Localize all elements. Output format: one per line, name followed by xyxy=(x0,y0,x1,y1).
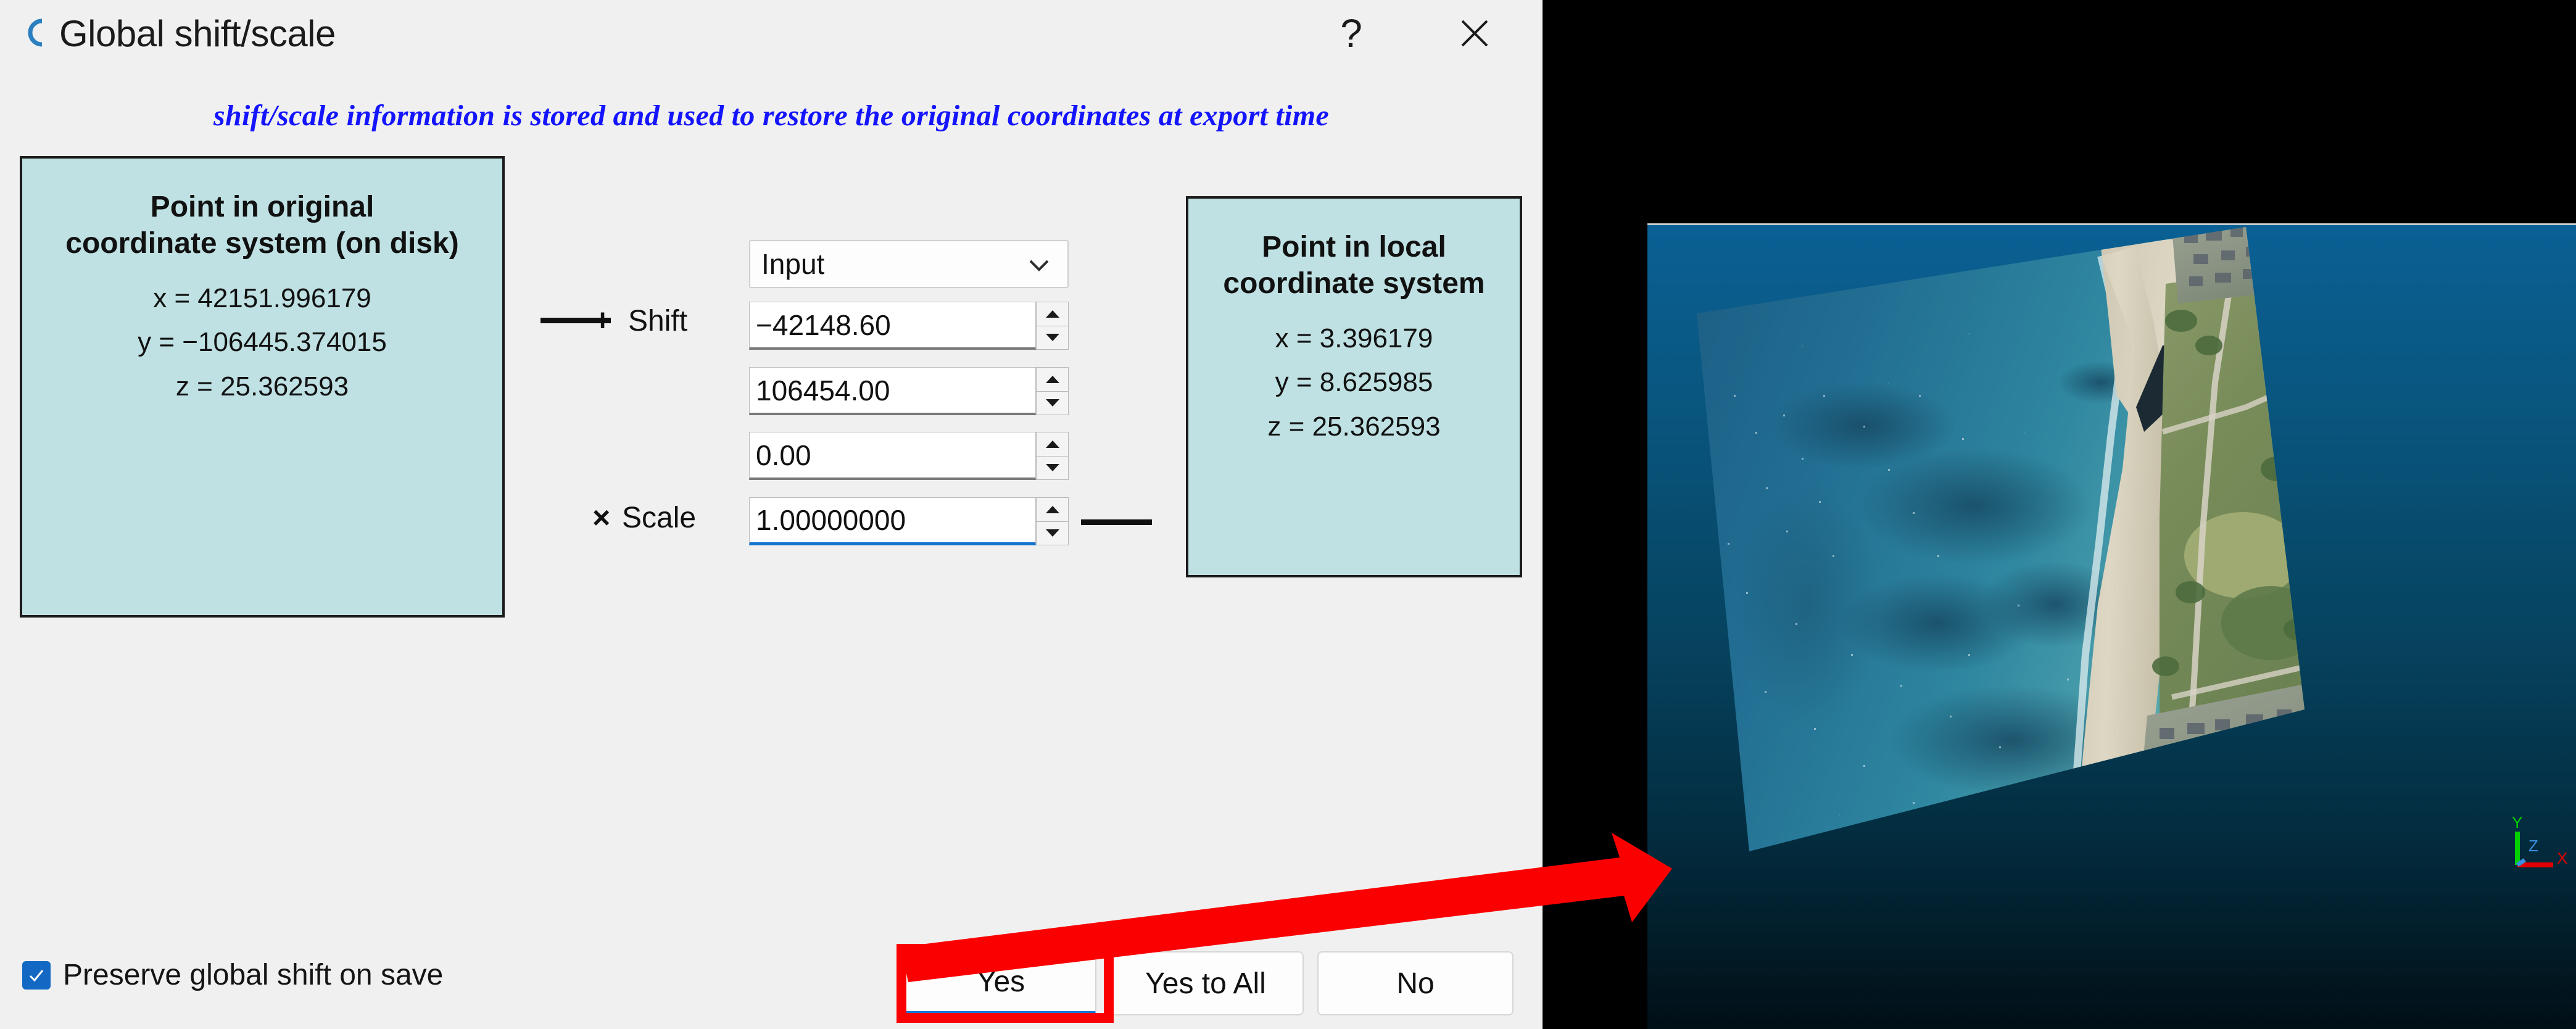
axis-x-label: X xyxy=(2557,849,2567,867)
original-y-value: y = −106445.374015 xyxy=(138,327,387,358)
3d-viewport[interactable]: X Y Z xyxy=(1543,0,2576,1029)
local-panel-coords: x = 3.396179 y = 8.625985 z = 25.362593 xyxy=(1188,316,1520,448)
local-z-value: z = 25.362593 xyxy=(1267,411,1441,442)
preserve-global-shift-checkbox[interactable] xyxy=(22,961,51,990)
shift-y-field[interactable]: 106454.00 xyxy=(749,367,1036,415)
shift-y-steppers[interactable] xyxy=(1036,367,1069,415)
shift-z-steppers[interactable] xyxy=(1036,432,1069,480)
scale-spinbox[interactable]: 1.00000000 xyxy=(749,497,1069,545)
shift-x-spinbox[interactable]: −42148.60 xyxy=(749,302,1069,350)
dialog-title: Global shift/scale xyxy=(59,13,336,54)
help-button[interactable]: ? xyxy=(1314,0,1388,67)
point-cloud-render xyxy=(1697,227,2305,851)
yes-button[interactable]: Yes xyxy=(905,951,1096,1015)
shift-preset-combobox[interactable]: Input xyxy=(749,240,1069,288)
spin-down-icon[interactable] xyxy=(1036,391,1069,415)
spin-down-icon[interactable] xyxy=(1036,521,1069,545)
screen: Global shift/scale ? shift/scale informa… xyxy=(0,0,2576,1029)
cloudcompare-logo-icon xyxy=(14,17,46,48)
axis-z-label: Z xyxy=(2528,837,2538,855)
shift-x-value: −42148.60 xyxy=(756,308,891,341)
spin-down-icon[interactable] xyxy=(1036,326,1069,350)
spin-up-icon[interactable] xyxy=(1036,302,1069,326)
shift-z-field[interactable]: 0.00 xyxy=(749,432,1036,480)
shift-x-steppers[interactable] xyxy=(1036,302,1069,350)
local-panel-title: Point in local coordinate system xyxy=(1223,231,1485,300)
close-button[interactable] xyxy=(1438,0,1512,67)
global-shift-scale-dialog: Global shift/scale ? shift/scale informa… xyxy=(0,0,1543,1029)
original-panel-coords: x = 42151.996179 y = −106445.374015 z = … xyxy=(22,276,502,408)
axis-y-label: Y xyxy=(2512,813,2522,832)
preserve-global-shift-checkbox-row[interactable]: Preserve global shift on save xyxy=(22,958,443,992)
dialog-titlebar: Global shift/scale ? xyxy=(0,0,1543,67)
plus-sign: + xyxy=(594,303,612,337)
chevron-down-icon xyxy=(1027,255,1051,279)
original-x-value: x = 42151.996179 xyxy=(153,283,371,314)
local-coordinate-panel: Point in local coordinate system x = 3.3… xyxy=(1186,196,1522,577)
point-cloud-tile xyxy=(1697,227,2305,851)
no-button[interactable]: No xyxy=(1317,951,1514,1015)
local-x-value: x = 3.396179 xyxy=(1275,323,1433,354)
shift-x-field[interactable]: −42148.60 xyxy=(749,302,1036,350)
point-cloud-layer xyxy=(1543,0,2576,1029)
shift-y-spinbox[interactable]: 106454.00 xyxy=(749,367,1069,415)
check-icon xyxy=(29,969,44,981)
preserve-global-shift-label: Preserve global shift on save xyxy=(63,959,444,991)
shift-y-value: 106454.00 xyxy=(756,374,890,407)
spin-up-icon[interactable] xyxy=(1036,367,1069,392)
local-y-value: y = 8.625985 xyxy=(1275,367,1433,398)
scale-label: Scale xyxy=(622,502,697,534)
original-coordinate-panel: Point in original coordinate system (on … xyxy=(20,156,505,618)
shift-scale-hint-text: shift/scale information is stored and us… xyxy=(213,99,1330,132)
spin-down-icon[interactable] xyxy=(1036,456,1069,480)
scale-value: 1.00000000 xyxy=(756,504,906,536)
spin-up-icon[interactable] xyxy=(1036,497,1069,522)
original-z-value: z = 25.362593 xyxy=(175,371,349,402)
shift-z-value: 0.00 xyxy=(756,439,811,471)
original-panel-title: Point in original coordinate system (on … xyxy=(65,191,459,260)
shift-preset-value: Input xyxy=(761,248,825,280)
axis-gizmo: X Y Z xyxy=(2512,813,2567,867)
multiply-sign: × xyxy=(592,500,611,535)
right-connector-line xyxy=(1081,519,1152,525)
scale-field[interactable]: 1.00000000 xyxy=(749,497,1036,545)
spin-up-icon[interactable] xyxy=(1036,432,1069,457)
scale-steppers[interactable] xyxy=(1036,497,1069,545)
shift-z-spinbox[interactable]: 0.00 xyxy=(749,432,1069,480)
shift-label: Shift xyxy=(628,305,688,337)
yes-to-all-button[interactable]: Yes to All xyxy=(1108,951,1304,1015)
